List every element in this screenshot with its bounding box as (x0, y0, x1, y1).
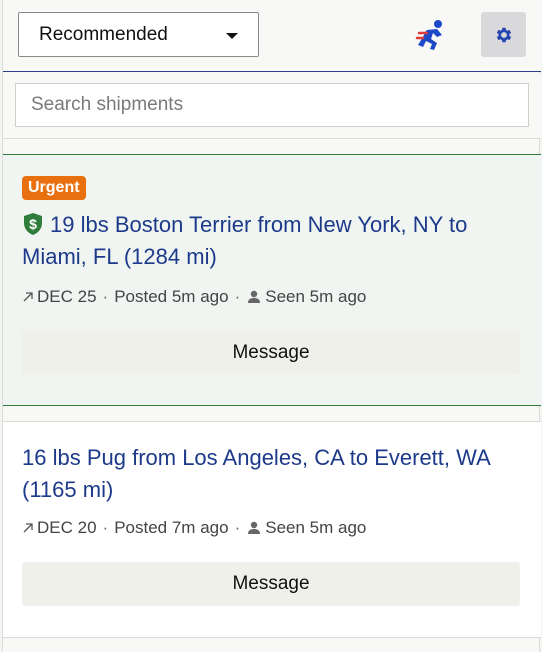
runner-logo-icon[interactable] (415, 17, 451, 53)
shipment-card[interactable]: Urgent $ 19 lbs Boston Terrier from New … (3, 154, 541, 406)
meta-separator: · (102, 287, 109, 306)
chevron-down-icon (226, 33, 238, 39)
search-bar (3, 73, 541, 139)
arrow-up-right-icon (23, 292, 33, 302)
shipment-date: DEC 20 (37, 518, 97, 537)
settings-button[interactable] (481, 12, 526, 57)
shipment-meta: DEC 20 · Posted 7m ago · Seen 5m ago (22, 518, 366, 538)
gear-icon (496, 27, 511, 42)
app-frame: Recommended Urgent $ 19 lbs Boston Terri… (2, 0, 541, 652)
shipment-date: DEC 25 (37, 287, 97, 306)
arrow-up-right-icon (23, 523, 33, 533)
sort-dropdown-value: Recommended (39, 23, 168, 45)
meta-separator: · (234, 287, 241, 306)
shipment-posted: Posted 5m ago (114, 287, 229, 306)
meta-separator: · (234, 518, 241, 537)
person-icon (248, 521, 261, 534)
shipment-title[interactable]: 16 lbs Pug from Los Angeles, CA to Evere… (22, 442, 522, 506)
shipment-meta: DEC 25 · Posted 5m ago · Seen 5m ago (22, 287, 366, 307)
message-button[interactable]: Message (22, 331, 520, 375)
svg-text:$: $ (29, 216, 37, 232)
shipment-card[interactable]: 16 lbs Pug from Los Angeles, CA to Evere… (3, 421, 541, 638)
shipment-title[interactable]: $ 19 lbs Boston Terrier from New York, N… (22, 209, 522, 273)
sort-dropdown[interactable]: Recommended (18, 12, 259, 57)
shipment-seen: Seen 5m ago (265, 518, 367, 537)
shipment-posted: Posted 7m ago (114, 518, 229, 537)
person-icon (248, 290, 261, 303)
message-button[interactable]: Message (22, 562, 520, 606)
shipment-title-text: 19 lbs Boston Terrier from New York, NY … (22, 212, 468, 269)
meta-separator: · (102, 518, 109, 537)
urgent-badge: Urgent (22, 176, 86, 200)
dollar-shield-icon: $ (24, 213, 42, 235)
search-input[interactable] (15, 83, 529, 127)
shipment-seen: Seen 5m ago (265, 287, 367, 306)
top-bar: Recommended (3, 0, 541, 72)
